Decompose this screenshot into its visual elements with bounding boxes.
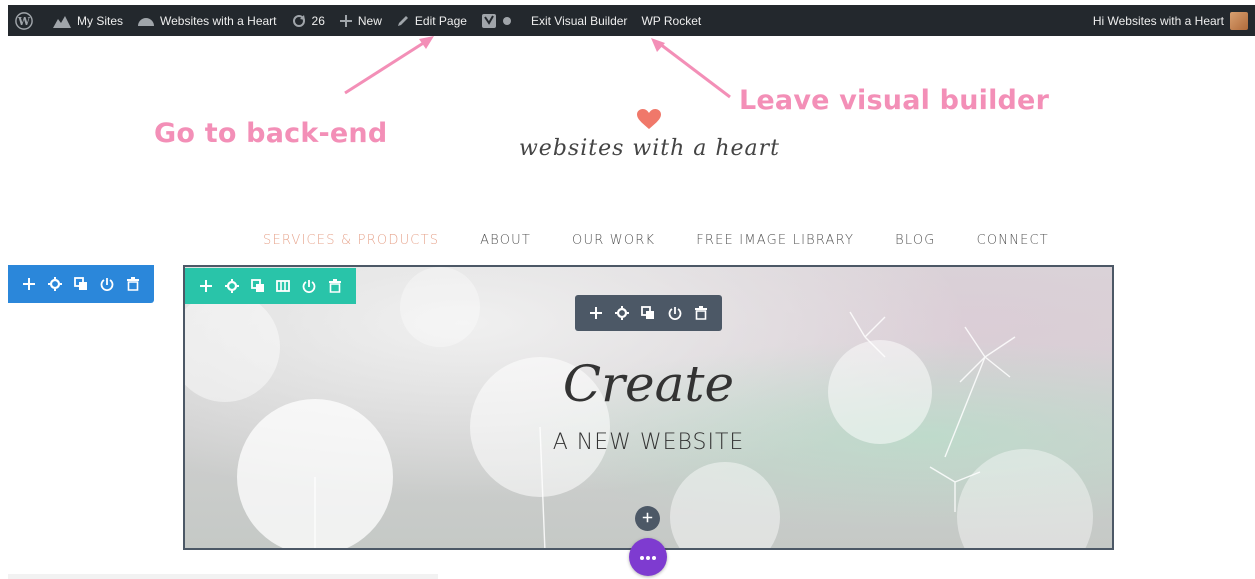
hero-script-heading[interactable]: Create <box>185 355 1112 413</box>
my-sites-menu[interactable]: My Sites <box>45 5 130 36</box>
wp-admin-bar: W My Sites Websites with a Heart 26 New … <box>8 5 1255 36</box>
duplicate-icon[interactable] <box>638 303 658 323</box>
move-icon[interactable] <box>19 274 39 294</box>
settings-icon[interactable] <box>222 276 242 296</box>
nav-item-our-work[interactable]: OUR WORK <box>572 233 655 248</box>
site-name-menu[interactable]: Websites with a Heart <box>130 5 284 36</box>
move-icon[interactable] <box>196 276 216 296</box>
arrow-to-edit-page <box>344 36 434 95</box>
avatar <box>1230 11 1248 30</box>
wordpress-logo-icon: W <box>15 11 33 30</box>
settings-icon[interactable] <box>612 303 632 323</box>
delete-icon[interactable] <box>325 276 345 296</box>
new-content-menu[interactable]: New <box>332 5 389 36</box>
wordpress-logo-menu[interactable]: W <box>8 5 45 36</box>
updates-menu[interactable]: 26 <box>284 5 332 36</box>
pencil-icon <box>396 14 410 28</box>
arrow-to-exit-builder <box>651 38 731 99</box>
move-icon[interactable] <box>586 303 606 323</box>
annotation-back-end: Go to back-end <box>154 118 388 149</box>
my-sites-icon <box>52 13 72 29</box>
account-menu[interactable]: Hi Websites with a Heart <box>1086 5 1255 36</box>
site-logo-text[interactable]: websites with a heart <box>512 136 787 161</box>
new-label: New <box>357 13 382 28</box>
updates-count: 26 <box>311 13 325 28</box>
yoast-seo-menu[interactable] <box>474 5 524 36</box>
updates-icon <box>291 13 307 29</box>
delete-icon[interactable] <box>691 303 711 323</box>
module-toolbar <box>575 295 722 331</box>
nav-item-connect[interactable]: CONNECT <box>977 233 1049 248</box>
ellipsis-icon <box>639 548 657 566</box>
exit-visual-builder-button[interactable]: Exit Visual Builder <box>524 5 635 36</box>
site-name-label: Websites with a Heart <box>160 13 277 28</box>
heart-logo-icon <box>637 109 661 129</box>
settings-icon[interactable] <box>45 274 65 294</box>
exit-visual-builder-label: Exit Visual Builder <box>530 13 628 28</box>
page-bottom-divider <box>8 574 438 579</box>
my-sites-label: My Sites <box>77 13 124 28</box>
nav-item-blog[interactable]: BLOG <box>895 233 935 248</box>
nav-item-about[interactable]: ABOUT <box>480 233 531 248</box>
annotation-leave-builder: Leave visual builder <box>739 85 1050 116</box>
save-to-library-icon[interactable] <box>299 276 319 296</box>
main-navigation: SERVICES & PRODUCTS ABOUT OUR WORK FREE … <box>263 233 1090 248</box>
delete-icon[interactable] <box>123 274 143 294</box>
columns-icon[interactable] <box>273 276 293 296</box>
plus-icon <box>642 510 653 528</box>
edit-page-label: Edit Page <box>414 13 467 28</box>
save-to-library-icon[interactable] <box>97 274 117 294</box>
add-module-button[interactable] <box>635 506 660 531</box>
svg-text:W: W <box>17 15 31 28</box>
hero-subtitle[interactable]: A NEW WEBSITE <box>185 430 1112 455</box>
row-toolbar <box>185 268 356 304</box>
duplicate-icon[interactable] <box>248 276 268 296</box>
edit-page-link[interactable]: Edit Page <box>389 5 474 36</box>
seo-status-dot-icon <box>502 16 512 26</box>
nav-item-free-image-library[interactable]: FREE IMAGE LIBRARY <box>696 233 854 248</box>
greeting-label: Hi Websites with a Heart <box>1092 13 1224 28</box>
section-toolbar <box>8 265 154 303</box>
page-settings-more-button[interactable] <box>629 538 667 576</box>
yoast-icon <box>481 13 497 29</box>
wp-rocket-menu[interactable]: WP Rocket <box>634 5 708 36</box>
duplicate-icon[interactable] <box>71 274 91 294</box>
wp-rocket-label: WP Rocket <box>641 13 702 28</box>
save-to-library-icon[interactable] <box>665 303 685 323</box>
dashboard-icon <box>137 13 155 29</box>
nav-item-services-products[interactable]: SERVICES & PRODUCTS <box>263 233 439 248</box>
plus-icon <box>339 14 353 28</box>
